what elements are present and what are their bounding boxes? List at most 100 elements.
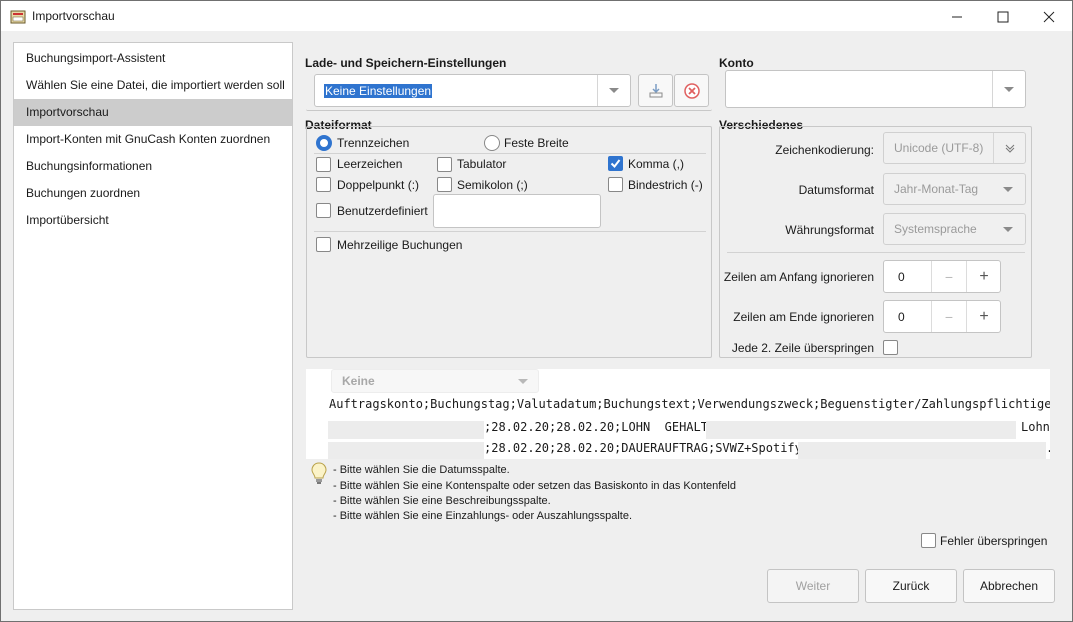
chevron-down-icon <box>518 379 528 384</box>
chevron-down-icon <box>1003 187 1013 192</box>
close-button[interactable] <box>1026 1 1072 32</box>
currency-label: Währungsformat <box>785 223 874 237</box>
skip-errors-checkbox[interactable] <box>921 533 936 548</box>
skip-end-label: Zeilen am Ende ignorieren <box>733 310 874 324</box>
settings-combo-arrow[interactable] <box>597 75 630 106</box>
minimize-button[interactable] <box>934 1 980 32</box>
lightbulb-icon <box>311 462 327 484</box>
assistant-sidebar: Buchungsimport-Assistent Wählen Sie eine… <box>13 42 293 610</box>
semicolon-checkbox[interactable] <box>437 177 452 192</box>
colon-checkbox[interactable] <box>316 177 331 192</box>
hint-date-column: - Bitte wählen Sie die Datumsspalte. <box>333 464 510 476</box>
minimize-icon <box>952 16 962 17</box>
maximize-button[interactable] <box>980 1 1026 32</box>
divider <box>727 252 1025 253</box>
checkmark-icon <box>610 159 621 169</box>
skip-start-label: Zeilen am Anfang ignorieren <box>723 270 874 284</box>
sidebar-item-buchungsinformationen[interactable]: Buchungsinformationen <box>14 153 292 180</box>
divider <box>314 153 706 154</box>
divider <box>314 231 706 232</box>
increment-button[interactable]: + <box>966 301 1001 332</box>
delete-icon <box>683 82 700 99</box>
window-title: Importvorschau <box>32 9 115 23</box>
multiline-checkbox-label: Mehrzeilige Buchungen <box>337 238 463 252</box>
decrement-button[interactable]: − <box>931 261 966 292</box>
sidebar-item-buchungen-zuordnen[interactable]: Buchungen zuordnen <box>14 180 292 207</box>
hint-amount-column: - Bitte wählen Sie eine Einzahlungs- ode… <box>333 510 633 522</box>
delete-settings-button[interactable] <box>674 74 709 107</box>
encoding-label: Zeichenkodierung: <box>775 143 874 157</box>
skip-alternate-checkbox[interactable] <box>883 340 898 355</box>
account-combo-arrow[interactable] <box>992 71 1025 107</box>
sidebar-item-konten-zuordnen[interactable]: Import-Konten mit GnuCash Konten zuordne… <box>14 126 292 153</box>
increment-button[interactable]: + <box>966 261 1001 292</box>
dialog-body: Buchungsimport-Assistent Wählen Sie eine… <box>0 31 1073 622</box>
chevron-down-icon <box>1003 227 1013 232</box>
close-icon <box>1043 11 1055 22</box>
encoding-value: Unicode (UTF-8) <box>894 141 984 155</box>
hyphen-checkbox-label: Bindestrich (-) <box>628 178 703 192</box>
settings-combo[interactable]: Keine Einstellungen <box>314 74 631 107</box>
next-button[interactable]: Weiter <box>767 569 859 603</box>
save-icon <box>649 83 662 97</box>
fixed-width-radio[interactable] <box>484 135 500 151</box>
preview-row-2: ;28.02.20;28.02.20;DAUERAUFTRAG;SVWZ+Spo… <box>484 441 810 455</box>
dateformat-combo[interactable]: Jahr-Monat-Tag <box>883 173 1026 205</box>
encoding-select-button[interactable] <box>993 133 1025 163</box>
sidebar-item-datei-waehlen[interactable]: Wählen Sie eine Datei, die importiert we… <box>14 72 292 99</box>
sidebar-item-buchungsimport-assistent[interactable]: Buchungsimport-Assistent <box>14 45 292 72</box>
space-checkbox[interactable] <box>316 157 331 172</box>
gnucash-app-icon <box>10 10 26 24</box>
space-checkbox-label: Leerzeichen <box>337 157 403 171</box>
decrement-button[interactable]: − <box>931 301 966 332</box>
custom-checkbox[interactable] <box>316 203 331 218</box>
separator-radio-label: Trennzeichen <box>337 136 410 150</box>
skip-errors-label: Fehler überspringen <box>940 534 1048 548</box>
encoding-combo[interactable]: Unicode (UTF-8) <box>883 132 1026 164</box>
redacted-cell <box>798 442 1046 459</box>
back-button[interactable]: Zurück <box>865 569 957 603</box>
settings-combo-value[interactable]: Keine Einstellungen <box>324 84 433 98</box>
fixed-width-radio-label: Feste Breite <box>504 136 569 150</box>
cancel-button[interactable]: Abbrechen <box>963 569 1055 603</box>
column-type-combo[interactable]: Keine <box>331 369 539 393</box>
account-heading: Konto <box>719 56 754 70</box>
comma-checkbox[interactable] <box>608 156 623 171</box>
redacted-cell <box>328 442 484 459</box>
skip-end-value[interactable]: 0 <box>898 310 905 324</box>
dateformat-label: Datumsformat <box>798 183 874 197</box>
chevron-down-icon <box>609 88 619 93</box>
custom-separator-input[interactable] <box>433 194 601 228</box>
hyphen-checkbox[interactable] <box>608 177 623 192</box>
skip-start-value[interactable]: 0 <box>898 270 905 284</box>
chevron-down-icon <box>1004 86 1014 92</box>
comma-checkbox-label: Komma (,) <box>628 157 685 171</box>
account-combo[interactable] <box>725 70 1026 108</box>
preview-row-1: ;28.02.20;28.02.20;LOHN GEHALT; <box>484 420 716 434</box>
column-type-value: Keine <box>342 374 375 388</box>
currency-combo[interactable]: Systemsprache <box>883 213 1026 245</box>
preview-row-2-tail: . <box>1046 441 1050 455</box>
separator-radio[interactable] <box>316 135 332 151</box>
preview-header-row: Auftragskonto;Buchungstag;Valutadatum;Bu… <box>329 397 1050 411</box>
hint-description-column: - Bitte wählen Sie eine Beschreibungsspa… <box>333 495 551 507</box>
title-bar: Importvorschau <box>0 0 1073 32</box>
semicolon-checkbox-label: Semikolon (;) <box>457 178 528 192</box>
hint-account-column: - Bitte wählen Sie eine Kontenspalte ode… <box>333 480 736 492</box>
sidebar-item-importvorschau[interactable]: Importvorschau <box>14 99 292 126</box>
currency-value: Systemsprache <box>894 222 977 236</box>
multiline-checkbox[interactable] <box>316 237 331 252</box>
redacted-cell <box>328 421 484 439</box>
colon-checkbox-label: Doppelpunkt (:) <box>337 178 420 192</box>
dateformat-value: Jahr-Monat-Tag <box>894 182 979 196</box>
custom-checkbox-label: Benutzerdefiniert <box>337 204 428 218</box>
maximize-icon <box>997 11 1009 22</box>
save-settings-button[interactable] <box>638 74 673 107</box>
import-preview-table: Keine Auftragskonto;Buchungstag;Valutada… <box>306 369 1050 459</box>
skip-alternate-label: Jede 2. Zeile überspringen <box>731 341 874 355</box>
tab-checkbox[interactable] <box>437 157 452 172</box>
skip-start-spinner[interactable]: 0 − + <box>883 260 1001 293</box>
preview-row-1-tail: Lohn <box>1021 420 1050 434</box>
skip-end-spinner[interactable]: 0 − + <box>883 300 1001 333</box>
sidebar-item-importuebersicht[interactable]: Importübersicht <box>14 207 292 234</box>
